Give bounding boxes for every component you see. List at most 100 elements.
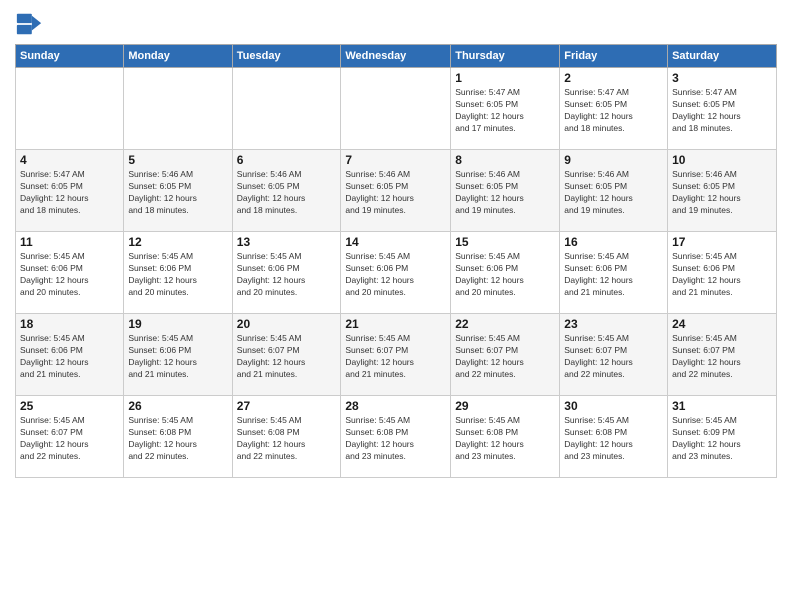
- day-info: Sunrise: 5:45 AM Sunset: 6:07 PM Dayligh…: [237, 333, 337, 381]
- day-number: 22: [455, 317, 555, 331]
- day-number: 24: [672, 317, 772, 331]
- calendar-cell: [124, 68, 232, 150]
- calendar-header-monday: Monday: [124, 45, 232, 68]
- day-info: Sunrise: 5:45 AM Sunset: 6:06 PM Dayligh…: [455, 251, 555, 299]
- day-number: 9: [564, 153, 663, 167]
- calendar-week-4: 25 Sunrise: 5:45 AM Sunset: 6:07 PM Dayli…: [16, 396, 777, 478]
- logo-icon: [15, 10, 43, 38]
- calendar-cell: 4 Sunrise: 5:47 AM Sunset: 6:05 PM Daylig…: [16, 150, 124, 232]
- calendar-cell: 2 Sunrise: 5:47 AM Sunset: 6:05 PM Daylig…: [560, 68, 668, 150]
- calendar-cell: 16 Sunrise: 5:45 AM Sunset: 6:06 PM Dayli…: [560, 232, 668, 314]
- calendar-cell: 18 Sunrise: 5:45 AM Sunset: 6:06 PM Dayli…: [16, 314, 124, 396]
- calendar-cell: 25 Sunrise: 5:45 AM Sunset: 6:07 PM Dayli…: [16, 396, 124, 478]
- calendar-cell: 9 Sunrise: 5:46 AM Sunset: 6:05 PM Daylig…: [560, 150, 668, 232]
- day-number: 6: [237, 153, 337, 167]
- calendar-cell: 12 Sunrise: 5:45 AM Sunset: 6:06 PM Dayli…: [124, 232, 232, 314]
- calendar-cell: 22 Sunrise: 5:45 AM Sunset: 6:07 PM Dayli…: [451, 314, 560, 396]
- day-info: Sunrise: 5:46 AM Sunset: 6:05 PM Dayligh…: [672, 169, 772, 217]
- day-info: Sunrise: 5:45 AM Sunset: 6:08 PM Dayligh…: [237, 415, 337, 463]
- day-info: Sunrise: 5:45 AM Sunset: 6:06 PM Dayligh…: [20, 333, 119, 381]
- day-number: 28: [345, 399, 446, 413]
- calendar-cell: 20 Sunrise: 5:45 AM Sunset: 6:07 PM Dayli…: [232, 314, 341, 396]
- calendar-cell: 17 Sunrise: 5:45 AM Sunset: 6:06 PM Dayli…: [668, 232, 777, 314]
- day-number: 5: [128, 153, 227, 167]
- calendar-cell: 5 Sunrise: 5:46 AM Sunset: 6:05 PM Daylig…: [124, 150, 232, 232]
- day-number: 21: [345, 317, 446, 331]
- calendar-header-wednesday: Wednesday: [341, 45, 451, 68]
- calendar-header-thursday: Thursday: [451, 45, 560, 68]
- day-info: Sunrise: 5:45 AM Sunset: 6:07 PM Dayligh…: [672, 333, 772, 381]
- calendar-cell: 6 Sunrise: 5:46 AM Sunset: 6:05 PM Daylig…: [232, 150, 341, 232]
- day-info: Sunrise: 5:45 AM Sunset: 6:06 PM Dayligh…: [237, 251, 337, 299]
- calendar-header-friday: Friday: [560, 45, 668, 68]
- day-number: 12: [128, 235, 227, 249]
- day-info: Sunrise: 5:45 AM Sunset: 6:08 PM Dayligh…: [128, 415, 227, 463]
- calendar-cell: 3 Sunrise: 5:47 AM Sunset: 6:05 PM Daylig…: [668, 68, 777, 150]
- day-number: 15: [455, 235, 555, 249]
- calendar-week-0: 1 Sunrise: 5:47 AM Sunset: 6:05 PM Daylig…: [16, 68, 777, 150]
- calendar-cell: 24 Sunrise: 5:45 AM Sunset: 6:07 PM Dayli…: [668, 314, 777, 396]
- day-info: Sunrise: 5:47 AM Sunset: 6:05 PM Dayligh…: [455, 87, 555, 135]
- calendar-cell: 23Sunrise: 5:45 AM Sunset: 6:07 PM Dayli…: [560, 314, 668, 396]
- day-info: Sunrise: 5:45 AM Sunset: 6:07 PM Dayligh…: [455, 333, 555, 381]
- day-info: Sunrise: 5:46 AM Sunset: 6:05 PM Dayligh…: [128, 169, 227, 217]
- calendar-cell: 26 Sunrise: 5:45 AM Sunset: 6:08 PM Dayli…: [124, 396, 232, 478]
- calendar-cell: 30 Sunrise: 5:45 AM Sunset: 6:08 PM Dayli…: [560, 396, 668, 478]
- day-info: Sunrise: 5:45 AM Sunset: 6:06 PM Dayligh…: [128, 333, 227, 381]
- day-info: Sunrise: 5:45 AM Sunset: 6:06 PM Dayligh…: [20, 251, 119, 299]
- calendar-week-3: 18 Sunrise: 5:45 AM Sunset: 6:06 PM Dayli…: [16, 314, 777, 396]
- day-number: 30: [564, 399, 663, 413]
- day-number: 17: [672, 235, 772, 249]
- day-info: Sunrise: 5:45 AM Sunset: 6:06 PM Dayligh…: [345, 251, 446, 299]
- day-info: Sunrise: 5:45 AM Sunset: 6:06 PM Dayligh…: [672, 251, 772, 299]
- day-info: Sunrise: 5:47 AM Sunset: 6:05 PM Dayligh…: [564, 87, 663, 135]
- calendar-cell: 27Sunrise: 5:45 AM Sunset: 6:08 PM Dayli…: [232, 396, 341, 478]
- day-number: 20: [237, 317, 337, 331]
- calendar-cell: 14 Sunrise: 5:45 AM Sunset: 6:06 PM Dayli…: [341, 232, 451, 314]
- day-number: 23: [564, 317, 663, 331]
- day-number: 25: [20, 399, 119, 413]
- calendar-week-2: 11 Sunrise: 5:45 AM Sunset: 6:06 PM Dayli…: [16, 232, 777, 314]
- calendar-week-1: 4 Sunrise: 5:47 AM Sunset: 6:05 PM Daylig…: [16, 150, 777, 232]
- calendar-cell: [232, 68, 341, 150]
- day-number: 3: [672, 71, 772, 85]
- day-info: Sunrise: 5:46 AM Sunset: 6:05 PM Dayligh…: [564, 169, 663, 217]
- calendar-table: SundayMondayTuesdayWednesdayThursdayFrid…: [15, 44, 777, 478]
- calendar-cell: 29Sunrise: 5:45 AM Sunset: 6:08 PM Dayli…: [451, 396, 560, 478]
- calendar-cell: 15 Sunrise: 5:45 AM Sunset: 6:06 PM Dayli…: [451, 232, 560, 314]
- day-info: Sunrise: 5:45 AM Sunset: 6:08 PM Dayligh…: [345, 415, 446, 463]
- calendar-cell: 10 Sunrise: 5:46 AM Sunset: 6:05 PM Dayli…: [668, 150, 777, 232]
- day-number: 19: [128, 317, 227, 331]
- day-number: 11: [20, 235, 119, 249]
- day-info: Sunrise: 5:46 AM Sunset: 6:05 PM Dayligh…: [237, 169, 337, 217]
- day-info: Sunrise: 5:47 AM Sunset: 6:05 PM Dayligh…: [20, 169, 119, 217]
- day-info: Sunrise: 5:45 AM Sunset: 6:06 PM Dayligh…: [128, 251, 227, 299]
- day-number: 26: [128, 399, 227, 413]
- day-info: Sunrise: 5:45 AM Sunset: 6:07 PM Dayligh…: [20, 415, 119, 463]
- calendar-cell: 21 Sunrise: 5:45 AM Sunset: 6:07 PM Dayli…: [341, 314, 451, 396]
- calendar-cell: 7Sunrise: 5:46 AM Sunset: 6:05 PM Daylig…: [341, 150, 451, 232]
- calendar-cell: [16, 68, 124, 150]
- day-number: 16: [564, 235, 663, 249]
- day-info: Sunrise: 5:45 AM Sunset: 6:06 PM Dayligh…: [564, 251, 663, 299]
- day-number: 14: [345, 235, 446, 249]
- calendar-cell: 1 Sunrise: 5:47 AM Sunset: 6:05 PM Daylig…: [451, 68, 560, 150]
- day-number: 7: [345, 153, 446, 167]
- day-info: Sunrise: 5:47 AM Sunset: 6:05 PM Dayligh…: [672, 87, 772, 135]
- calendar-header-row: SundayMondayTuesdayWednesdayThursdayFrid…: [16, 45, 777, 68]
- calendar-cell: 28 Sunrise: 5:45 AM Sunset: 6:08 PM Dayli…: [341, 396, 451, 478]
- day-info: Sunrise: 5:45 AM Sunset: 6:08 PM Dayligh…: [564, 415, 663, 463]
- calendar-cell: 13Sunrise: 5:45 AM Sunset: 6:06 PM Dayli…: [232, 232, 341, 314]
- day-info: Sunrise: 5:45 AM Sunset: 6:07 PM Dayligh…: [345, 333, 446, 381]
- day-number: 18: [20, 317, 119, 331]
- day-number: 1: [455, 71, 555, 85]
- day-number: 31: [672, 399, 772, 413]
- day-number: 2: [564, 71, 663, 85]
- day-number: 4: [20, 153, 119, 167]
- day-number: 8: [455, 153, 555, 167]
- logo: [15, 10, 47, 38]
- day-number: 29: [455, 399, 555, 413]
- day-number: 10: [672, 153, 772, 167]
- calendar-header-saturday: Saturday: [668, 45, 777, 68]
- page: SundayMondayTuesdayWednesdayThursdayFrid…: [0, 0, 792, 612]
